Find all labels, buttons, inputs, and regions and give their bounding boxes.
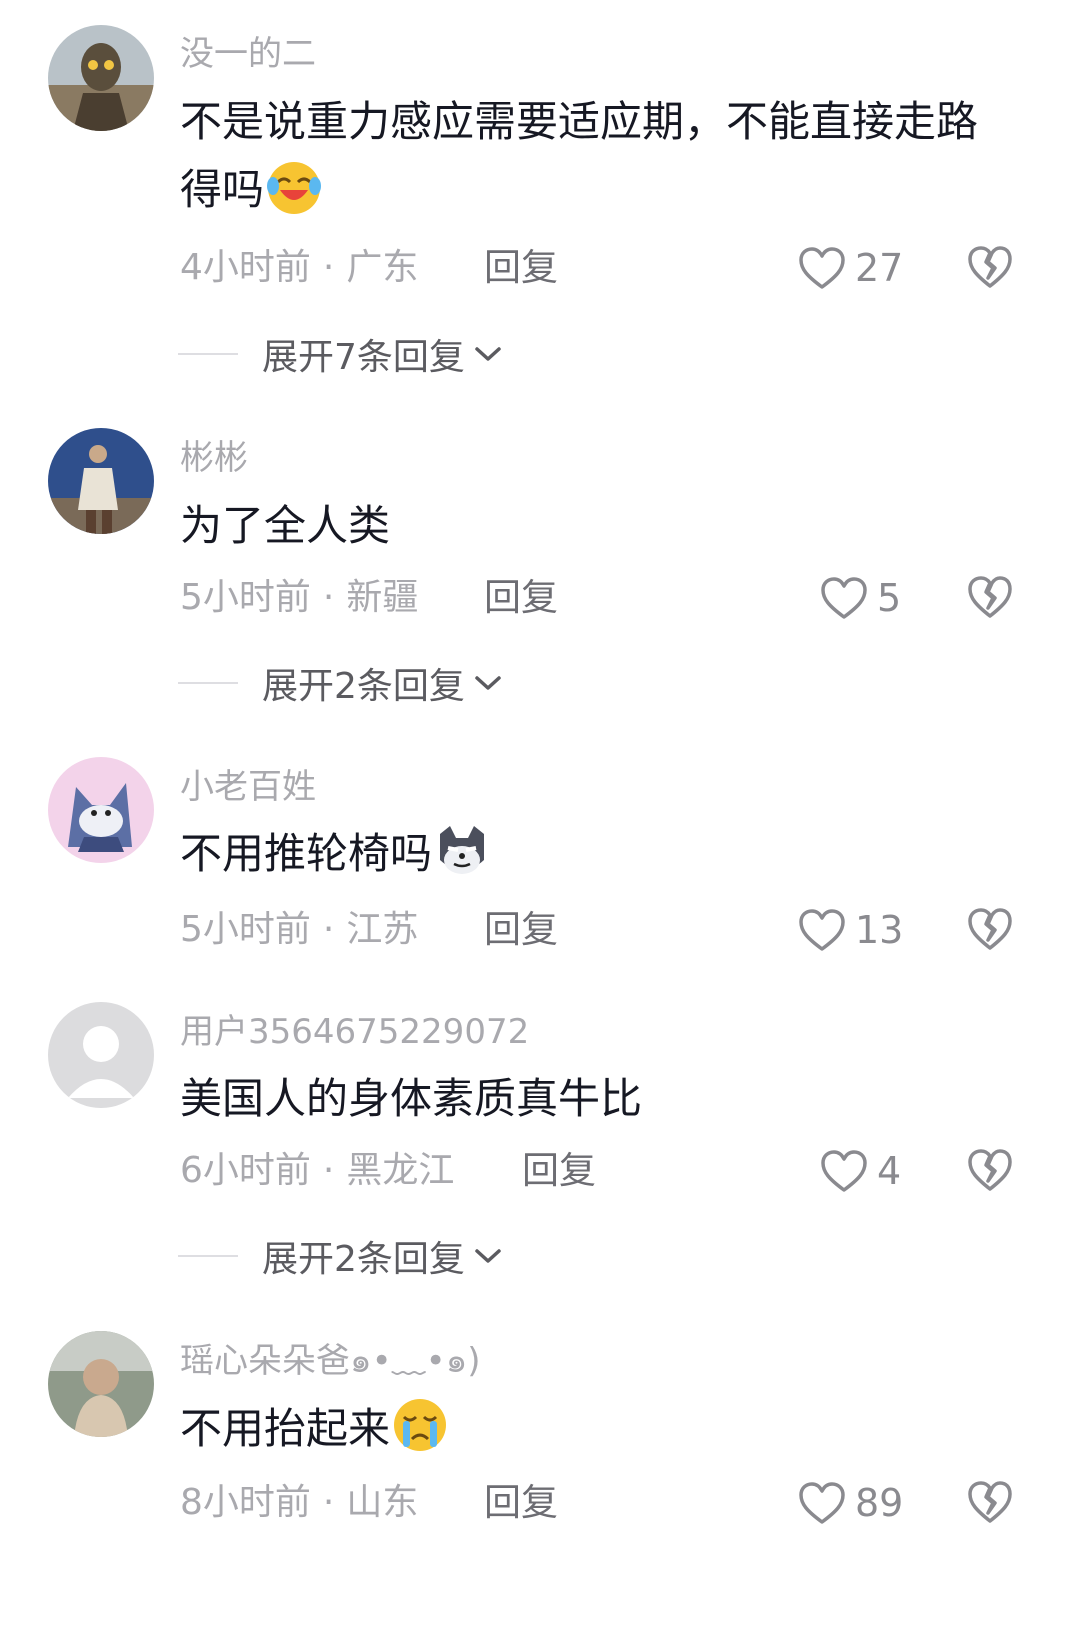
avatar[interactable] [48, 428, 154, 534]
heart-icon [797, 907, 847, 953]
comment-text: 为了全人类 [180, 492, 1010, 560]
expand-replies-label: 展开2条回复 [262, 666, 465, 707]
username[interactable]: 小老百姓 [180, 767, 316, 807]
expand-replies-button[interactable]: 展开7条回复 [178, 332, 503, 378]
divider [178, 353, 238, 355]
separator: · [322, 1482, 335, 1523]
comment-location: 新疆 [346, 577, 419, 618]
comment-item: 没一的二 不是说重力感应需要适应期，不能直接走路得吗 4小时前 · 广东 回复 27 [0, 0, 1079, 330]
separator: · [322, 909, 335, 950]
comment-location: 黑龙江 [346, 1150, 455, 1191]
comment-text-body: 不用推轮椅吗 [180, 829, 433, 878]
comment-text: 不用推轮椅吗 [180, 820, 1010, 888]
username[interactable]: 彬彬 [180, 438, 248, 478]
heart-icon [819, 575, 869, 621]
heart-icon [819, 1148, 869, 1194]
like-button[interactable]: 4 [819, 1146, 901, 1196]
avatar[interactable] [48, 25, 154, 131]
heart-icon [797, 245, 847, 291]
comment-item: 瑶心朵朵爸๑•﹏•๑) 不用抬起来 8小时前 · 山东 回复 89 [0, 1315, 1079, 1645]
comment-item: 彬彬 为了全人类 5小时前 · 新疆 回复 5 [0, 410, 1079, 740]
comment-time: 8小时前 [180, 1482, 311, 1523]
separator: · [322, 247, 335, 288]
expand-replies-label: 展开7条回复 [262, 337, 465, 378]
comment-text-body: 不用抬起来 [180, 1404, 391, 1453]
comment-meta: 8小时前 · 山东 [180, 1481, 418, 1525]
comment-text-body: 美国人的身体素质真牛比 [180, 1074, 643, 1123]
comment-text-body: 为了全人类 [180, 501, 391, 550]
like-count: 4 [877, 1149, 902, 1193]
broken-heart-icon[interactable] [966, 574, 1014, 620]
broken-heart-icon[interactable] [966, 1479, 1014, 1525]
crying-emoji [390, 1395, 450, 1455]
reply-button[interactable]: 回复 [484, 908, 558, 952]
laughing-crying-emoji [264, 156, 324, 216]
chevron-down-icon [473, 673, 503, 693]
heart-icon [797, 1480, 847, 1526]
broken-heart-icon[interactable] [966, 244, 1014, 290]
like-count: 13 [855, 908, 904, 952]
comment-location: 山东 [346, 1482, 419, 1523]
chevron-down-icon [473, 1246, 503, 1266]
like-count: 5 [877, 576, 902, 620]
username[interactable]: 瑶心朵朵爸๑•﹏•๑) [180, 1341, 481, 1381]
avatar[interactable] [48, 757, 154, 863]
smirking-dog-emoji [432, 820, 492, 880]
like-button[interactable]: 5 [819, 573, 901, 623]
comment-time: 4小时前 [180, 247, 311, 288]
avatar[interactable] [48, 1002, 154, 1108]
reply-button[interactable]: 回复 [484, 576, 558, 620]
like-button[interactable]: 89 [797, 1478, 903, 1528]
broken-heart-icon[interactable] [966, 906, 1014, 952]
comment-meta: 4小时前 · 广东 [180, 246, 418, 290]
divider [178, 1255, 238, 1257]
separator: · [322, 1150, 335, 1191]
comment-item: 用户3564675229072 美国人的身体素质真牛比 6小时前 · 黑龙江 回复 … [0, 985, 1079, 1315]
avatar[interactable] [48, 1331, 154, 1437]
comment-location: 广东 [346, 247, 419, 288]
comment-location: 江苏 [346, 909, 419, 950]
reply-button[interactable]: 回复 [484, 246, 558, 290]
like-count: 89 [855, 1481, 904, 1525]
expand-replies-label: 展开2条回复 [262, 1239, 465, 1280]
comment-text: 美国人的身体素质真牛比 [180, 1065, 1010, 1133]
reply-button[interactable]: 回复 [522, 1149, 596, 1193]
expand-replies-button[interactable]: 展开2条回复 [178, 661, 503, 707]
comment-time: 5小时前 [180, 577, 311, 618]
like-count: 27 [855, 246, 904, 290]
comment-meta: 6小时前 · 黑龙江 [180, 1149, 454, 1193]
expand-replies-button[interactable]: 展开2条回复 [178, 1234, 503, 1280]
comment-time: 5小时前 [180, 909, 311, 950]
chevron-down-icon [473, 344, 503, 364]
like-button[interactable]: 13 [797, 905, 903, 955]
reply-button[interactable]: 回复 [484, 1481, 558, 1525]
comment-text: 不用抬起来 [180, 1395, 1010, 1463]
divider [178, 682, 238, 684]
username[interactable]: 用户3564675229072 [180, 1012, 529, 1052]
broken-heart-icon[interactable] [966, 1147, 1014, 1193]
username[interactable]: 没一的二 [180, 34, 316, 74]
comment-time: 6小时前 [180, 1150, 311, 1191]
comment-text: 不是说重力感应需要适应期，不能直接走路得吗 [180, 88, 1010, 224]
comment-meta: 5小时前 · 新疆 [180, 576, 418, 620]
separator: · [322, 577, 335, 618]
like-button[interactable]: 27 [797, 243, 903, 293]
comment-meta: 5小时前 · 江苏 [180, 908, 418, 952]
